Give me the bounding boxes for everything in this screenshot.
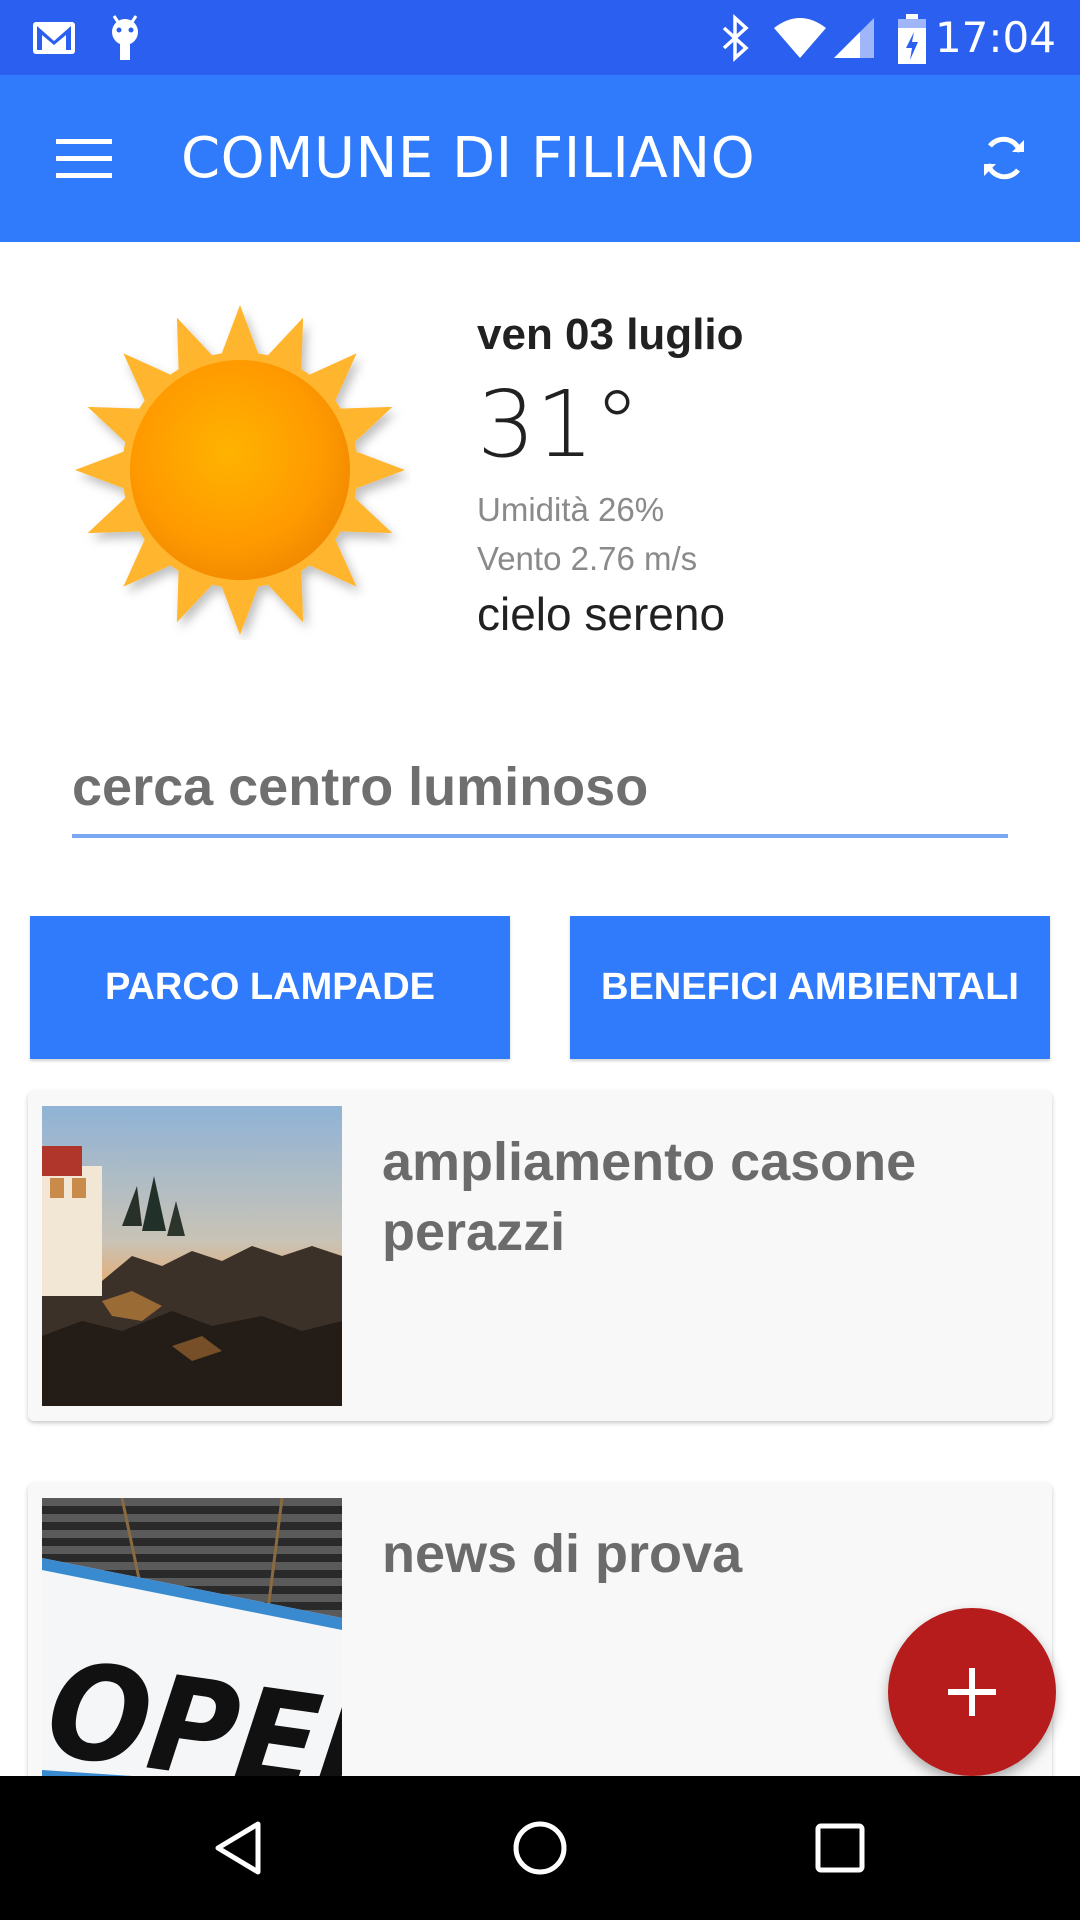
news-card[interactable]: OPEN news di prova — [28, 1483, 1052, 1783]
refresh-icon[interactable] — [976, 130, 1032, 186]
benefici-ambientali-button[interactable]: BENEFICI AMBIENTALI — [570, 916, 1050, 1059]
parco-lampade-button[interactable]: PARCO LAMPADE — [30, 916, 510, 1059]
navigation-bar — [0, 1776, 1080, 1920]
wifi-icon — [774, 18, 826, 58]
bluetooth-icon — [722, 14, 749, 62]
news-card[interactable]: ampliamento casone perazzi — [28, 1091, 1052, 1421]
add-fab-button[interactable] — [888, 1608, 1056, 1776]
signal-icon — [834, 18, 874, 58]
weather-date: ven 03 luglio — [477, 310, 744, 359]
home-icon[interactable] — [508, 1816, 572, 1880]
news-thumbnail-open-sign: OPEN — [42, 1498, 342, 1783]
weather-humidity: Umidità 26% — [477, 491, 665, 528]
back-icon[interactable] — [208, 1816, 272, 1880]
app-title: COMUNE DI FILIANO — [181, 126, 756, 191]
android-icon — [112, 15, 138, 60]
weather-description: cielo sereno — [477, 588, 726, 640]
news-title: news di prova — [382, 1524, 743, 1584]
news-title: ampliamento casone perazzi — [382, 1132, 917, 1262]
news-thumbnail-lighthouse — [42, 1106, 342, 1406]
search-input[interactable] — [72, 752, 1008, 838]
gmail-icon — [33, 22, 75, 54]
recents-icon[interactable] — [808, 1816, 872, 1880]
weather-temperature: 31° — [477, 371, 641, 478]
status-bar: 17:04 — [0, 0, 1080, 75]
status-time: 17:04 — [934, 13, 1056, 62]
weather-wind: Vento 2.76 m/s — [477, 540, 698, 577]
app-bar: COMUNE DI FILIANO — [0, 75, 1080, 242]
weather-info: ven 03 luglio 31° Umidità 26% Vento 2.76… — [477, 305, 1037, 645]
hamburger-menu-icon[interactable] — [56, 137, 112, 181]
sun-icon — [75, 305, 405, 635]
battery-icon — [898, 14, 926, 64]
plus-icon — [948, 1668, 996, 1716]
